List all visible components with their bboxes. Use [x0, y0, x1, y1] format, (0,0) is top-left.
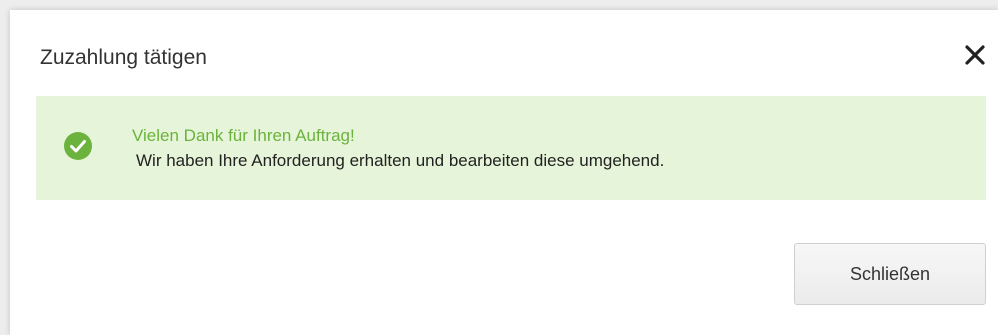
dialog-title: Zuzahlung tätigen	[40, 46, 207, 69]
alert-heading: Vielen Dank für Ihren Auftrag!	[132, 126, 355, 145]
close-icon[interactable]	[960, 40, 990, 70]
close-button[interactable]: Schließen	[794, 243, 986, 305]
success-alert: Vielen Dank für Ihren Auftrag! Wir haben…	[36, 96, 986, 200]
alert-message: Wir haben Ihre Anforderung erhalten und …	[136, 151, 665, 170]
check-circle-icon	[64, 132, 92, 160]
payment-dialog: Zuzahlung tätigen Vielen Dank für Ihren …	[10, 10, 998, 335]
